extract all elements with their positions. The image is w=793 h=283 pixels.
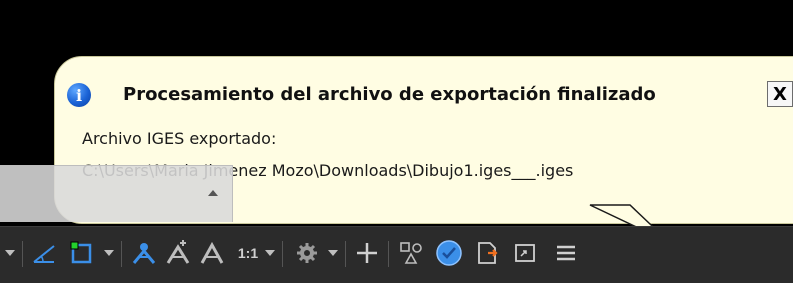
separator: [345, 241, 346, 267]
caret-down-icon[interactable]: [262, 237, 278, 269]
hardware-accel-icon[interactable]: [432, 237, 466, 269]
polar-tracking-icon[interactable]: [28, 237, 60, 269]
isolate-objects-icon[interactable]: [394, 237, 428, 269]
plus-icon[interactable]: [350, 237, 384, 269]
close-button[interactable]: X: [767, 81, 793, 107]
fullscreen-icon[interactable]: [508, 237, 542, 269]
collapsed-panel[interactable]: [0, 165, 233, 222]
annotation-scale-button[interactable]: 1:1: [232, 237, 264, 269]
caret-down-icon[interactable]: [0, 237, 20, 269]
separator: [121, 241, 122, 267]
info-icon: i: [67, 83, 91, 107]
separator: [282, 241, 283, 267]
auto-scale-icon[interactable]: [162, 237, 194, 269]
notification-message-line1: Archivo IGES exportado:: [82, 129, 277, 148]
hamburger-menu-icon[interactable]: [552, 237, 580, 269]
annotation-visibility-icon[interactable]: [128, 237, 160, 269]
caret-down-icon[interactable]: [324, 237, 342, 269]
gear-icon[interactable]: [292, 237, 322, 269]
separator: [388, 241, 389, 267]
status-bar: 1:1: [0, 226, 793, 283]
notification-title: Procesamiento del archivo de exportación…: [123, 84, 656, 105]
scale-label: 1:1: [237, 245, 259, 261]
caret-down-icon[interactable]: [100, 237, 118, 269]
separator: [22, 241, 23, 267]
caret-up-icon[interactable]: [208, 190, 218, 196]
annotation-scale-icon[interactable]: [196, 237, 228, 269]
object-snap-icon[interactable]: [66, 237, 98, 269]
export-notification-icon[interactable]: [470, 237, 504, 269]
